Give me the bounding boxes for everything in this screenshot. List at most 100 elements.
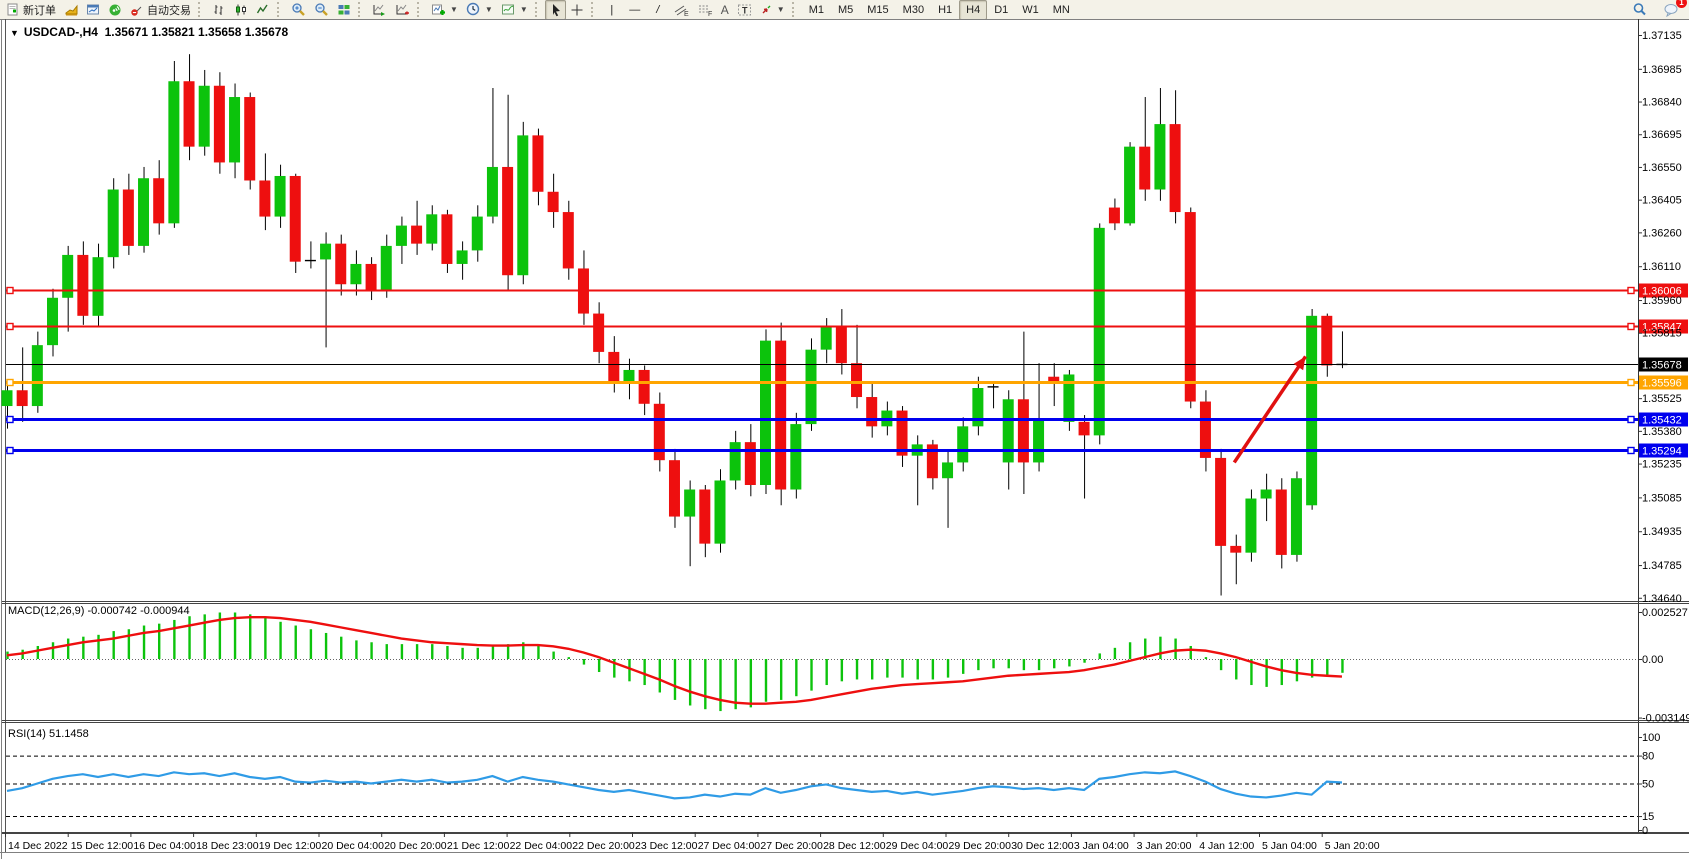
line-handle[interactable] (7, 380, 13, 386)
bull-candle (714, 480, 725, 543)
timeframe-M1[interactable]: M1 (802, 0, 831, 20)
auto-trading-button[interactable]: 自动交易 (126, 0, 195, 20)
line-handle[interactable] (1628, 288, 1634, 294)
fibonacci-button[interactable]: F (693, 0, 717, 20)
line-handle[interactable] (1628, 324, 1634, 330)
timeframe-M15[interactable]: M15 (860, 0, 895, 20)
time-axis-label[interactable]: 21 Dec 12:00 (447, 840, 510, 852)
zoom-in-button[interactable] (287, 0, 310, 20)
time-axis-label[interactable]: 22 Dec 20:00 (572, 840, 635, 852)
terminal-button[interactable] (82, 0, 104, 20)
doji-dash (305, 260, 316, 261)
tile-windows-button[interactable] (333, 0, 355, 20)
bull-candle (457, 250, 468, 264)
bear-candle (502, 167, 513, 275)
price-tick-label: 1.35235 (1642, 459, 1682, 471)
time-axis-label[interactable]: 3 Jan 04:00 (1074, 840, 1129, 852)
bear-candle (441, 214, 452, 264)
bear-candle (851, 363, 862, 397)
line-handle[interactable] (7, 417, 13, 423)
timeframe-H4[interactable]: H4 (959, 0, 987, 20)
bull-candle (199, 86, 210, 147)
line-handle[interactable] (7, 324, 13, 330)
signals-button[interactable] (104, 0, 126, 20)
time-axis-label[interactable]: 27 Dec 20:00 (760, 840, 823, 852)
rsi-tick-label: 100 (1642, 732, 1660, 744)
time-axis-label[interactable]: 29 Dec 20:00 (949, 840, 1012, 852)
text-label-button[interactable]: T (733, 0, 756, 20)
line-handle[interactable] (7, 448, 13, 454)
timeframe-W1[interactable]: W1 (1015, 0, 1046, 20)
time-axis-label[interactable]: 30 Dec 12:00 (1011, 840, 1074, 852)
candle-chart-button[interactable] (230, 0, 252, 20)
time-axis-label[interactable]: 29 Dec 04:00 (886, 840, 949, 852)
bear-candle (608, 352, 619, 381)
bear-candle (1170, 124, 1181, 212)
time-axis-label[interactable]: 19 Dec 12:00 (259, 840, 322, 852)
line-handle[interactable] (1628, 417, 1634, 423)
time-axis-label[interactable]: 5 Jan 20:00 (1325, 840, 1380, 852)
line-chart-button[interactable] (252, 0, 274, 20)
arrows-button[interactable]: ▼ (756, 0, 789, 20)
timeframe-D1[interactable]: D1 (987, 0, 1015, 20)
time-axis-label[interactable]: 15 Dec 12:00 (71, 840, 134, 852)
line-handle[interactable] (7, 288, 13, 294)
chart-window[interactable]: 1.360061.358471.356781.355961.354321.352… (0, 19, 1689, 859)
periods-button[interactable]: ▼ (462, 0, 497, 20)
bear-candle (153, 178, 164, 223)
bar-chart-button[interactable] (208, 0, 230, 20)
chart-title: ▼USDCAD-,H4 1.35671 1.35821 1.35658 1.35… (10, 25, 288, 39)
zoom-out-button[interactable] (310, 0, 333, 20)
horizontal-line-button[interactable]: — (623, 0, 647, 20)
market-watch-button[interactable] (60, 0, 82, 20)
line-handle[interactable] (1628, 448, 1634, 454)
bear-candle (699, 490, 710, 544)
cursor-button[interactable] (545, 0, 566, 20)
crosshair-button[interactable] (566, 0, 588, 20)
price-tag-label: 1.35294 (1642, 446, 1682, 458)
line-handle[interactable] (1628, 380, 1634, 386)
bear-candle (1185, 212, 1196, 401)
time-axis-label[interactable]: 20 Dec 04:00 (322, 840, 385, 852)
notification-count-badge: 1 (1676, 0, 1687, 8)
time-axis-label[interactable]: 14 Dec 2022 (8, 840, 68, 852)
macd-tick-label: 0.002527 (1642, 607, 1688, 619)
time-axis-label[interactable]: 18 Dec 23:00 (196, 840, 259, 852)
time-axis-label[interactable]: 20 Dec 20:00 (384, 840, 447, 852)
timeframe-M5[interactable]: M5 (831, 0, 860, 20)
template-icon (501, 3, 516, 17)
timeframe-H1[interactable]: H1 (931, 0, 959, 20)
trendline-button[interactable]: / (647, 0, 669, 20)
svg-text:F: F (708, 11, 712, 17)
chart-shift-button[interactable] (391, 0, 414, 20)
time-axis-label[interactable]: 27 Dec 04:00 (698, 840, 761, 852)
price-tick-label: 1.35525 (1642, 393, 1682, 405)
time-axis-label[interactable]: 5 Jan 04:00 (1262, 840, 1317, 852)
candle-chart-icon (234, 3, 248, 17)
search-button[interactable] (1628, 0, 1651, 20)
bull-candle (32, 345, 43, 406)
time-axis-label[interactable]: 22 Dec 04:00 (510, 840, 573, 852)
time-axis-label[interactable]: 16 Dec 04:00 (133, 840, 196, 852)
price-tick-label: 1.34640 (1642, 593, 1682, 605)
chart-plot-area[interactable]: 1.360061.358471.356781.355961.354321.352… (0, 19, 1689, 859)
price-tag-label: 1.35432 (1642, 415, 1682, 427)
vertical-line-button[interactable]: | (601, 0, 623, 20)
chevron-down-icon: ▼ (485, 5, 493, 14)
time-axis-label[interactable]: 23 Dec 12:00 (635, 840, 698, 852)
auto-scroll-button[interactable] (368, 0, 391, 20)
text-button[interactable]: A (717, 0, 733, 20)
notifications-button[interactable]: 1 (1659, 0, 1683, 20)
time-axis-label[interactable]: 28 Dec 12:00 (823, 840, 886, 852)
time-axis-label[interactable]: 3 Jan 20:00 (1137, 840, 1192, 852)
equidistant-channel-button[interactable]: E (669, 0, 693, 20)
timeframe-MN[interactable]: MN (1046, 0, 1077, 20)
indicators-button[interactable]: ▼ (427, 0, 462, 20)
time-axis-label[interactable]: 4 Jan 12:00 (1199, 840, 1254, 852)
timeframe-M30[interactable]: M30 (896, 0, 931, 20)
terminal-icon (86, 3, 100, 17)
new-order-button[interactable]: 新订单 (2, 0, 60, 20)
rsi-name: RSI(14) (8, 728, 46, 740)
main-toolbar: 新订单 自动交易 (0, 0, 1689, 20)
templates-button[interactable]: ▼ (497, 0, 532, 20)
